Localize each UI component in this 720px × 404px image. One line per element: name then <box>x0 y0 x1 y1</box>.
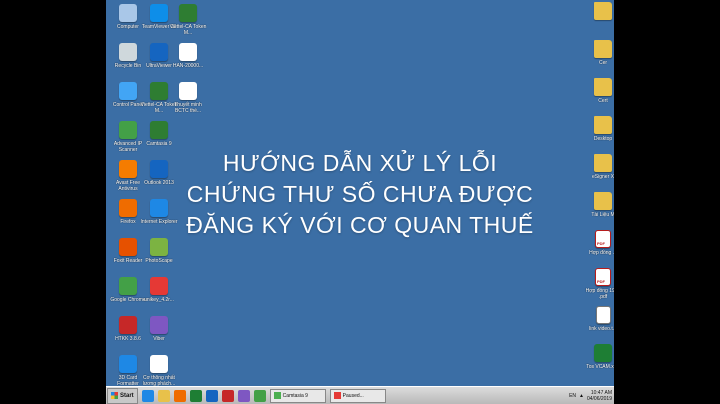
desktop-shortcut-label: PhotoScape <box>145 258 173 264</box>
pdf-quick-icon[interactable] <box>221 389 234 402</box>
tray-arrow-icon[interactable]: ▲ <box>579 393 584 399</box>
desktop-shortcut-label: Cer <box>598 60 608 66</box>
headline-line-2: CHỨNG THƯ SỐ CHƯA ĐƯỢC <box>186 181 534 207</box>
clock-time: 10:47 AM <box>590 389 612 396</box>
headline-overlay: HƯỚNG DẪN XỬ LÝ LỖI CHỨNG THƯ SỐ CHƯA ĐƯ… <box>106 148 614 241</box>
record-task-icon <box>333 392 341 399</box>
clock-date: 04/06/2019 <box>586 395 612 402</box>
windows-logo-icon <box>111 392 118 399</box>
desktop-shortcut[interactable]: Thuyết minh BCTC thé... <box>169 82 207 120</box>
desktop-shortcut[interactable]: Cer <box>584 40 614 78</box>
desktop-shortcut[interactable]: PhotoScape <box>140 238 178 276</box>
media-quick-icon[interactable] <box>173 389 186 402</box>
desktop-shortcut[interactable]: Cert <box>584 78 614 116</box>
ie-quick-icon[interactable] <box>141 389 154 402</box>
card-formatter-icon <box>119 355 137 373</box>
desktop-shortcut[interactable]: HAN-20000... <box>169 43 207 81</box>
language-indicator[interactable]: EN <box>569 393 576 399</box>
desktop-shortcut-label: link video.t... <box>589 326 614 332</box>
headline-line-3: ĐĂNG KÝ VỚI CƠ QUAN THUẾ <box>186 212 534 238</box>
word-quick-icon[interactable] <box>205 389 218 402</box>
desktop-shortcut-label: Hợp đồng 1900 .pdf <box>585 288 614 300</box>
computer-icon <box>119 4 137 22</box>
desktop-shortcut-label: Cert <box>598 98 608 104</box>
ip-scanner-icon <box>119 121 137 139</box>
camtasia-task-icon <box>273 392 281 399</box>
pdf-icon <box>150 355 168 373</box>
start-button[interactable]: Start <box>107 387 138 404</box>
viber-icon <box>150 316 168 334</box>
desktop-shortcut-label: Camtasia 9 <box>146 141 172 147</box>
quick-launch <box>138 389 266 402</box>
task-paused-label: Paused... <box>342 392 364 399</box>
folder-icon <box>594 116 612 134</box>
desktop-shortcut[interactable] <box>584 2 614 40</box>
task-camtasia-label: Camtasia 9 <box>282 392 308 399</box>
recycle-bin-icon <box>119 43 137 61</box>
folder-icon <box>594 40 612 58</box>
desktop-shortcut-label: unikey_4.2r... <box>144 297 174 303</box>
taskbar: Start Camtasia 9 Paused... EN ▲ 10:47 AM… <box>106 386 614 404</box>
ultraviewer-icon <box>150 43 168 61</box>
desktop-shortcut-label: Thuyết minh BCTC thé... <box>174 102 202 114</box>
desktop-shortcut[interactable]: Viber <box>140 316 178 354</box>
htkk-icon <box>119 316 137 334</box>
text-file-icon <box>595 306 611 324</box>
desktop-shortcut-label: Viber <box>153 336 165 342</box>
start-label: Start <box>120 392 134 399</box>
desktop-shortcut-label: Viettel-CA Token M... <box>169 24 207 36</box>
video-frame: Computer Recycle Bin Control Panel Advanced… <box>0 0 720 404</box>
viber-quick-icon[interactable] <box>237 389 250 402</box>
headline-line-1: HƯỚNG DẪN XỬ LÝ LỖI <box>222 150 498 176</box>
chrome-quick-icon[interactable] <box>253 389 266 402</box>
unikey-icon <box>150 277 168 295</box>
chrome-icon <box>119 277 137 295</box>
task-camtasia[interactable]: Camtasia 9 <box>269 388 326 403</box>
pdf-icon <box>595 268 611 286</box>
desktop-shortcut[interactable]: unikey_4.2r... <box>140 277 178 315</box>
desktop-shortcut-label: HAN-20000... <box>172 63 204 69</box>
control-panel-icon <box>119 82 137 100</box>
folder-icon <box>594 78 612 96</box>
camtasia-icon <box>150 121 168 139</box>
task-paused[interactable]: Paused... <box>329 388 386 403</box>
desktop-shortcut[interactable]: link video.t... <box>584 306 614 344</box>
desktop-shortcut-label: Tos VCAM.xlsx <box>586 364 614 370</box>
usb-token-icon <box>179 4 197 22</box>
folder-quick-icon[interactable] <box>157 389 170 402</box>
desktop: Computer Recycle Bin Control Panel Advanced… <box>106 0 614 404</box>
desktop-shortcut[interactable]: Tos VCAM.xlsx <box>584 344 614 382</box>
clock[interactable]: 10:47 AM 04/06/2019 <box>587 390 612 402</box>
system-tray: EN ▲ 10:47 AM 04/06/2019 <box>569 390 614 402</box>
document-icon <box>179 43 197 61</box>
desktop-shortcut-label: Hợp đồng ... <box>589 250 614 256</box>
document-icon <box>179 82 197 100</box>
folder-icon <box>594 2 612 20</box>
excel-icon <box>594 344 612 362</box>
teamviewer-icon <box>150 4 168 22</box>
desktop-shortcut[interactable]: Hợp đồng 1900 .pdf <box>584 268 614 306</box>
desktop-shortcut[interactable]: Viettel-CA Token M... <box>169 4 207 42</box>
desktop-shortcut-label: Desktop <box>593 136 613 142</box>
usb-token-icon <box>150 82 168 100</box>
excel-quick-icon[interactable] <box>189 389 202 402</box>
